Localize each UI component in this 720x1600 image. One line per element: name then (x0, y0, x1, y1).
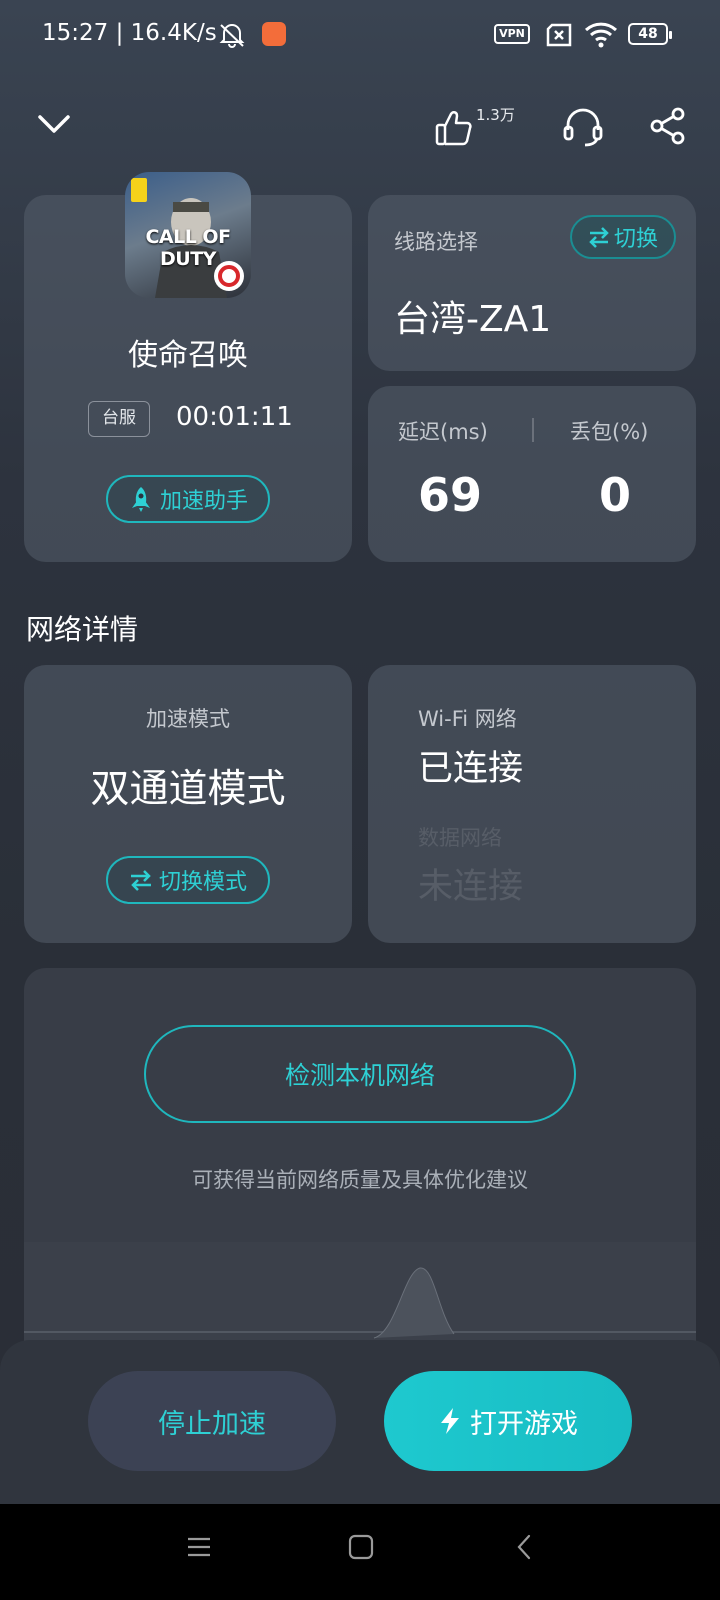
wifi-label: Wi-Fi 网络 (418, 707, 517, 731)
system-nav-bar (0, 1504, 720, 1600)
route-label: 线路选择 (394, 230, 478, 254)
mobile-data-status: 未连接 (418, 867, 524, 907)
route-switch-label: 切换 (613, 227, 658, 252)
like-count: 1.3万 (476, 106, 515, 124)
menu-button[interactable] (186, 1534, 212, 1560)
rocket-icon (131, 487, 150, 512)
packet-loss-label: 丢包(%) (570, 420, 649, 444)
latency-label: 延迟(ms) (398, 420, 488, 444)
home-button[interactable] (348, 1534, 374, 1560)
menu-icon (188, 1537, 210, 1557)
switch-mode-button[interactable]: 切换模式 (106, 856, 270, 904)
open-game-button[interactable]: 打开游戏 (384, 1371, 632, 1471)
section-title-network: 网络详情 (26, 613, 139, 646)
latency-value: 69 (417, 468, 482, 522)
share-icon (650, 107, 685, 145)
elapsed-timer: 00:01:11 (176, 402, 293, 432)
game-icon[interactable]: CALL OF DUTY (125, 172, 251, 298)
detect-description: 可获得当前网络质量及具体优化建议 (192, 1168, 528, 1192)
like-button[interactable] (432, 106, 476, 150)
status-bar: 15:27 | 16.4K/s VPN 48 (0, 0, 720, 70)
swap-icon (589, 227, 609, 248)
notification-app-icon (262, 22, 286, 46)
thumbs-up-icon (435, 111, 472, 146)
stop-acceleration-button[interactable]: 停止加速 (88, 1371, 336, 1471)
mode-label: 加速模式 (146, 707, 230, 731)
route-switch-button[interactable]: 切换 (570, 215, 676, 259)
wifi-icon (584, 22, 618, 48)
customer-service-button[interactable] (560, 104, 606, 150)
back-button[interactable] (512, 1534, 538, 1560)
swap-icon (130, 870, 151, 891)
home-icon (348, 1534, 374, 1560)
status-time-speed: 15:27 | 16.4K/s (42, 20, 217, 46)
mobile-data-label: 数据网络 (418, 826, 502, 850)
detect-network-button[interactable]: 检测本机网络 (144, 1025, 576, 1123)
headset-icon (563, 108, 603, 147)
mute-icon (219, 24, 245, 48)
mode-value: 双通道模式 (90, 767, 286, 812)
vpn-icon: VPN (494, 24, 530, 44)
game-icon-title: CALL OF DUTY (145, 226, 231, 270)
battery-icon: 48 (628, 23, 672, 45)
game-name: 使命召唤 (128, 338, 248, 373)
no-sim-icon (546, 23, 572, 47)
assistant-button[interactable]: 加速助手 (106, 475, 270, 523)
stats-divider (532, 418, 534, 442)
network-graph (24, 1242, 696, 1348)
back-icon (517, 1534, 531, 1560)
collapse-button[interactable] (34, 104, 74, 144)
open-game-label: 打开游戏 (470, 1408, 578, 1440)
assistant-label: 加速助手 (159, 489, 248, 514)
share-button[interactable] (646, 104, 690, 148)
region-badge: 台服 (88, 401, 150, 437)
wifi-status: 已连接 (418, 749, 524, 789)
latency-curve (24, 1267, 696, 1339)
chevron-down-icon (38, 115, 70, 133)
lightning-icon (441, 1408, 459, 1434)
switch-mode-label: 切换模式 (158, 870, 247, 895)
packet-loss-value: 0 (598, 468, 631, 522)
route-value: 台湾-ZA1 (394, 299, 552, 340)
